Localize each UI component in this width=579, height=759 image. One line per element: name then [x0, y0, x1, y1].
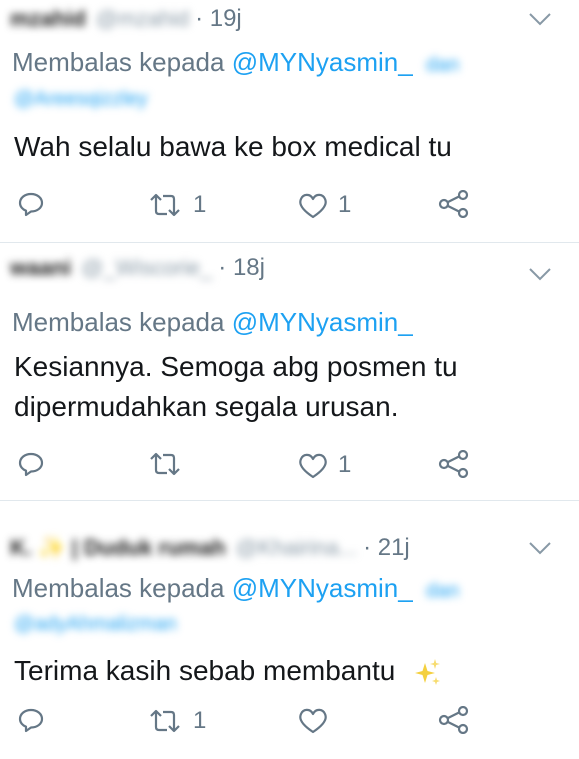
retweet-button[interactable]: 1	[147, 707, 206, 735]
like-count: 1	[338, 451, 352, 478]
like-icon	[299, 708, 327, 734]
like-button[interactable]	[298, 707, 338, 734]
user-handle[interactable]: @_Wiscorie_	[81, 255, 212, 281]
reply-context: Membalas kepada @MYNyasmin_ dan	[12, 45, 459, 82]
like-count: 1	[338, 191, 352, 218]
share-button[interactable]	[438, 706, 470, 734]
tweet-text: Terima kasih sebab membantu	[14, 651, 443, 691]
share-button[interactable]	[438, 450, 470, 478]
display-name[interactable]: K. ✨ | Duduk rumah	[10, 535, 226, 561]
reply-button[interactable]	[18, 451, 44, 477]
share-button[interactable]	[438, 190, 470, 218]
reply-context: Membalas kepada @MYNyasmin_ dan	[12, 571, 459, 608]
chevron-down-icon[interactable]	[527, 265, 553, 283]
tweet-text-line: dipermudahkan segala urusan.	[14, 391, 399, 422]
reply-extra: dan	[425, 54, 460, 76]
tweet-3[interactable]: K. ✨ | Duduk rumah @Khairina... · 21j Me…	[0, 501, 579, 759]
tweet-text: Kesiannya. Semoga abg posmen tu dipermud…	[14, 347, 458, 427]
retweet-icon	[150, 452, 180, 476]
reply-prefix: Membalas kepada	[12, 47, 225, 77]
share-icon	[438, 190, 469, 218]
reply-icon	[18, 452, 44, 477]
display-name[interactable]: waani	[10, 255, 71, 281]
reply-mention[interactable]: @MYNyasmin_	[232, 47, 413, 77]
timestamp[interactable]: · 18j	[218, 254, 265, 282]
share-icon	[438, 450, 469, 478]
retweet-icon	[150, 709, 180, 733]
reply-mention-2[interactable]: @Areesqizzley	[14, 88, 148, 111]
reply-context: Membalas kepada @MYNyasmin_	[12, 305, 413, 339]
retweet-icon	[150, 193, 180, 217]
reply-mention[interactable]: @MYNyasmin_	[232, 307, 413, 337]
reply-mention[interactable]: @MYNyasmin_	[232, 573, 413, 603]
reply-extra: dan	[425, 580, 460, 602]
tweet-header: waani @_Wiscorie_ · 18j	[10, 251, 539, 285]
tweet-text-line: Wah selalu bawa ke box medical tu	[14, 131, 452, 162]
retweet-count: 1	[193, 707, 207, 734]
chevron-down-icon[interactable]	[527, 10, 553, 28]
chevron-down-icon[interactable]	[527, 539, 553, 557]
tweet-actions: 1	[0, 701, 579, 741]
reply-button[interactable]	[18, 191, 44, 217]
like-icon	[299, 193, 327, 218]
timestamp[interactable]: · 21j	[363, 534, 410, 562]
reply-button[interactable]	[18, 707, 44, 733]
retweet-count: 1	[193, 191, 207, 218]
tweet-text: Wah selalu bawa ke box medical tu	[14, 127, 452, 167]
display-name[interactable]: mzahid	[10, 6, 86, 32]
timestamp[interactable]: · 19j	[195, 5, 242, 33]
tweet-header: K. ✨ | Duduk rumah @Khairina... · 21j	[10, 531, 539, 565]
like-icon	[299, 453, 327, 478]
like-button[interactable]: 1	[298, 451, 351, 479]
reply-icon	[18, 192, 44, 217]
tweet-2[interactable]: waani @_Wiscorie_ · 18j Membalas kepada …	[0, 243, 579, 501]
tweet-actions: 1	[0, 445, 579, 485]
reply-prefix: Membalas kepada	[12, 573, 225, 603]
tweet-text-line: Kesiannya. Semoga abg posmen tu	[14, 351, 458, 382]
tweet-header: mzahid @mzahid · 19j	[10, 2, 539, 36]
reply-prefix: Membalas kepada	[12, 307, 225, 337]
reply-mention-2[interactable]: @adyAhmalizman	[14, 613, 177, 636]
tweet-1[interactable]: mzahid @mzahid · 19j Membalas kepada @MY…	[0, 0, 579, 243]
tweet-actions: 1 1	[0, 185, 579, 225]
reply-icon	[18, 708, 44, 733]
retweet-button[interactable]	[147, 451, 193, 477]
sparkles-icon	[415, 658, 441, 685]
share-icon	[438, 706, 469, 734]
user-handle[interactable]: @mzahid	[96, 6, 189, 32]
tweet-text-line: Terima kasih sebab membantu	[14, 655, 396, 686]
retweet-button[interactable]: 1	[147, 191, 206, 219]
like-button[interactable]: 1	[298, 191, 351, 219]
user-handle[interactable]: @Khairina...	[236, 535, 357, 561]
